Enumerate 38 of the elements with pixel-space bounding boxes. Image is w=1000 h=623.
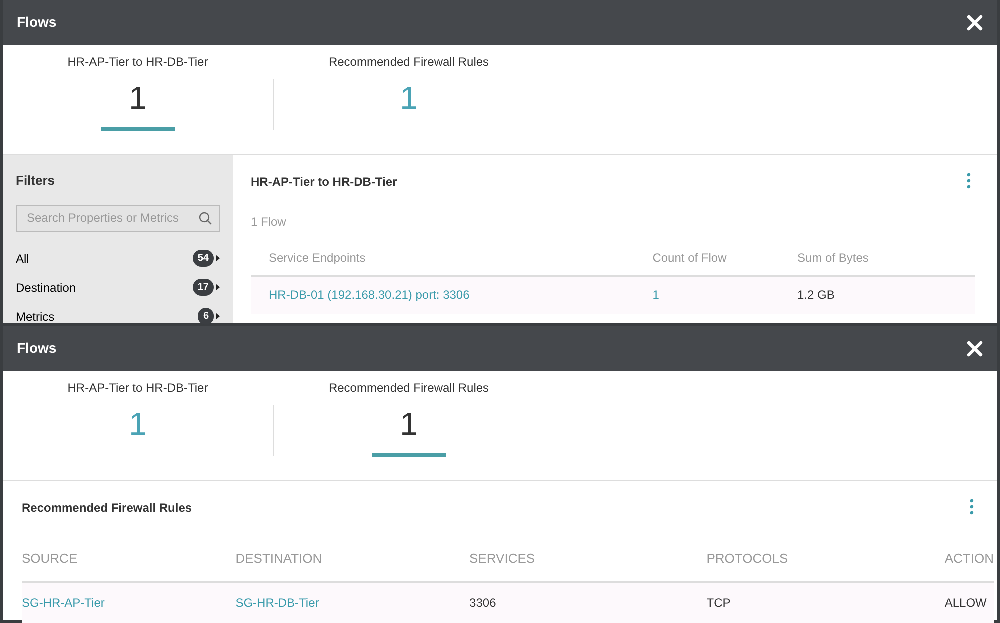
filter-item[interactable]: Metrics 6 xyxy=(16,308,220,326)
count-badge: 17 xyxy=(192,279,214,296)
filter-label: Destination xyxy=(16,280,76,296)
summary-tab[interactable]: Recommended Firewall Rules 1 xyxy=(274,379,544,480)
filter-label: Metrics xyxy=(16,308,55,326)
tab-label: Recommended Firewall Rules xyxy=(328,54,490,71)
dialog-title: Flows xyxy=(17,339,57,358)
count-badge: 6 xyxy=(198,308,214,325)
search-field[interactable]: Search Properties or Metrics xyxy=(16,204,220,232)
tab-count: 1 xyxy=(400,405,418,444)
section-title: Recommended Firewall Rules xyxy=(22,500,192,517)
summary-tab[interactable]: HR-AP-Tier to HR-DB-Tier 1 xyxy=(3,53,273,154)
tab-label: HR-AP-Tier to HR-DB-Tier xyxy=(68,380,208,397)
tab-count: 1 xyxy=(129,405,147,444)
close-button[interactable] xyxy=(967,14,983,30)
section-title: HR-AP-Tier to HR-DB-Tier xyxy=(251,174,398,191)
table-cell: ALLOW xyxy=(944,596,987,610)
dialog-title: Flows xyxy=(17,13,57,32)
filter-item[interactable]: Destination 17 xyxy=(16,278,220,296)
search-icon xyxy=(199,212,212,224)
count-badge: 54 xyxy=(192,250,214,267)
filter-label: All xyxy=(16,250,30,268)
table-cell: 1.2 GB xyxy=(798,288,835,302)
tab-label: HR-AP-Tier to HR-DB-Tier xyxy=(68,54,208,71)
summary-tab[interactable]: HR-AP-Tier to HR-DB-Tier 1 xyxy=(3,379,273,480)
close-button[interactable] xyxy=(967,340,983,356)
filter-item[interactable]: All 54 xyxy=(16,250,220,268)
tab-count: 1 xyxy=(400,79,418,118)
summary-tab[interactable]: Recommended Firewall Rules 1 xyxy=(274,53,544,154)
caret-icon xyxy=(216,313,220,320)
table-cell: TCP xyxy=(706,596,731,610)
caret-icon xyxy=(216,284,220,291)
table-cell: 3306 xyxy=(470,596,496,610)
caret-icon xyxy=(216,255,220,262)
filters-title: Filters xyxy=(16,172,56,190)
flow-count: 1 Flow xyxy=(251,214,288,231)
tab-count: 1 xyxy=(129,79,147,118)
tab-label: Recommended Firewall Rules xyxy=(328,380,490,397)
